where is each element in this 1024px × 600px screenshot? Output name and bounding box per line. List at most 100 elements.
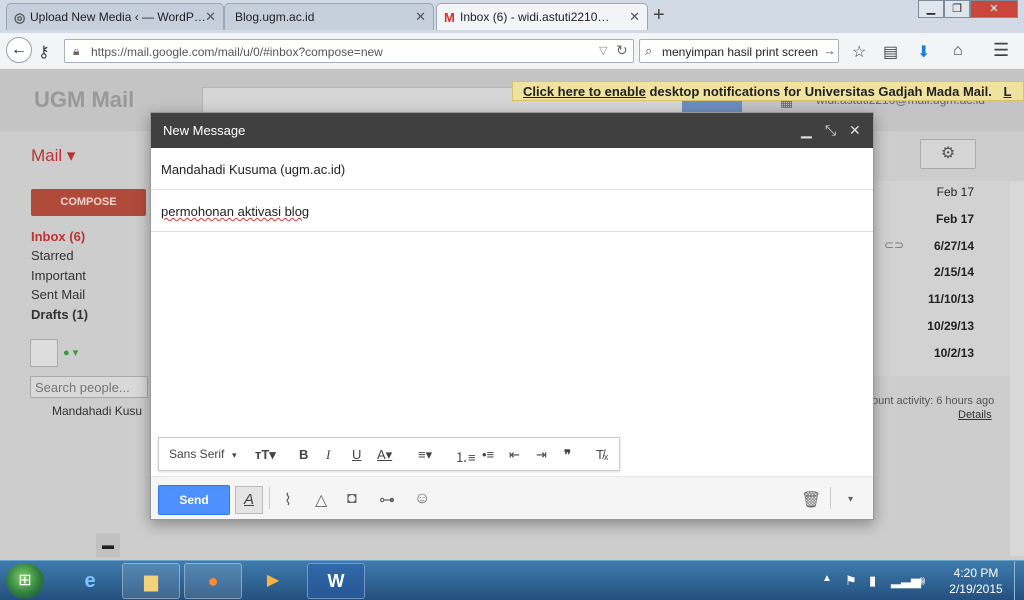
dropdown-arrow-icon[interactable]: ▽ — [599, 44, 607, 57]
action-center-icon[interactable]: ⚑ — [845, 573, 857, 589]
firefox-icon[interactable]: ● — [184, 563, 242, 599]
details-link[interactable]: Details — [958, 409, 992, 421]
reading-list-icon[interactable]: ▤ — [883, 42, 898, 62]
font-family-select[interactable]: Sans Serif — [169, 447, 224, 461]
start-button[interactable]: ⊞ — [6, 563, 44, 599]
page-scrollbar[interactable] — [1010, 181, 1024, 556]
insert-link-icon[interactable]: ⊶ — [379, 490, 395, 510]
word-icon[interactable]: W — [307, 563, 365, 599]
trash-icon[interactable]: 🗑︎ — [801, 490, 821, 510]
account-activity: ount activity: 6 hours ago — [872, 395, 995, 407]
align-icon[interactable]: ≡▾ — [418, 447, 432, 463]
emoji-icon[interactable]: ☺ — [414, 490, 430, 508]
menu-icon[interactable]: ☰ — [993, 40, 1009, 61]
sidebar-item-starred[interactable]: Starred — [31, 248, 74, 263]
clock-time[interactable]: 4:20 PM — [946, 566, 1006, 580]
clock-date[interactable]: 2/19/2015 — [946, 582, 1006, 596]
more-options-icon[interactable]: ▾ — [848, 494, 853, 505]
underline-icon[interactable]: U — [352, 447, 361, 462]
search-bar[interactable]: ⌕ menyimpan hasil print screen → — [639, 39, 839, 63]
search-query: menyimpan hasil print screen — [662, 45, 819, 59]
status-dot-icon[interactable]: ● ▾ — [63, 346, 78, 359]
close-icon[interactable]: ✕ — [415, 9, 426, 25]
tab-wordpress[interactable]: ◎ Upload New Media ‹ — WordP… ✕ — [6, 3, 224, 30]
windows-logo-icon: ⊞ — [18, 572, 32, 589]
close-icon[interactable]: ✕ — [849, 122, 861, 139]
search-icon: ⌕ — [645, 43, 653, 58]
file-explorer-icon[interactable]: ▆ — [122, 563, 180, 599]
download-icon[interactable]: ⬇ — [917, 42, 930, 62]
recipients-field[interactable]: Mandahadi Kusuma (ugm.ac.id) — [151, 148, 873, 190]
key-icon[interactable]: ⚷ — [38, 42, 50, 62]
reload-icon[interactable]: ↻ — [616, 42, 628, 59]
attach-file-icon[interactable]: ⌇ — [284, 490, 292, 510]
enable-notifications-link[interactable]: Click here to enable — [523, 84, 646, 99]
sidebar-item-inbox[interactable]: Inbox (6) — [31, 229, 85, 244]
arrow-right-icon[interactable]: → — [823, 43, 836, 58]
close-icon[interactable]: ✕ — [629, 9, 640, 25]
pop-out-icon[interactable]: ⤡ — [825, 122, 836, 139]
mail-date: Feb 17 — [935, 212, 974, 226]
search-people-input[interactable] — [30, 376, 148, 398]
mail-date: Feb 17 — [936, 185, 974, 199]
close-icon[interactable]: ✕ — [205, 9, 216, 25]
formatting-options-icon[interactable]: A — [235, 486, 263, 514]
restore-window-button[interactable]: ❐ — [944, 0, 970, 18]
notification-text: desktop notifications for Universitas Ga… — [645, 84, 992, 99]
compose-button[interactable]: COMPOSE — [31, 189, 146, 216]
italic-icon[interactable]: I — [326, 447, 330, 463]
contact-item[interactable]: Mandahadi Kusu — [52, 404, 142, 418]
mail-date: 10/2/13 — [933, 346, 974, 360]
bulleted-list-icon[interactable]: •≡ — [482, 447, 494, 462]
formatting-toolbar: Sans Serif ▾ ᴛT▾ B I U A▾ ≡▾ ⒈≡ •≡ ⇤ ⇥ ❞… — [158, 437, 620, 471]
url-bar[interactable]: 🔒︎ https://mail.google.com/mail/u/0/#inb… — [64, 39, 634, 63]
avatar[interactable] — [30, 339, 58, 367]
sidebar-item-sent[interactable]: Sent Mail — [31, 287, 85, 302]
compose-header[interactable]: New Message ▁ ⤡ ✕ — [151, 113, 873, 148]
tab-inbox[interactable]: M Inbox (6) - widi.astuti2210… ✕ — [436, 3, 648, 30]
close-window-button[interactable]: ✕ — [970, 0, 1018, 18]
arrow-left-icon: ← — [11, 41, 27, 58]
numbered-list-icon[interactable]: ⒈≡ — [455, 447, 476, 466]
wordpress-icon: ◎ — [14, 10, 26, 25]
text-color-icon[interactable]: A▾ — [377, 447, 392, 463]
send-button[interactable]: Send — [158, 485, 230, 515]
remove-formatting-icon[interactable]: T̸ₓ — [596, 447, 608, 462]
battery-icon[interactable]: ▮ — [869, 573, 876, 589]
browser-tab-strip: ◎ Upload New Media ‹ — WordP… ✕ Blog.ugm… — [0, 0, 1024, 33]
volume-icon[interactable]: 🔊︎ — [917, 573, 925, 589]
star-icon[interactable]: ☆ — [852, 42, 866, 62]
mail-label[interactable]: Mail ▾ — [31, 146, 75, 166]
new-tab-button[interactable]: + — [653, 4, 665, 27]
subject-field[interactable]: permohonan aktivasi blog — [151, 190, 873, 232]
compose-title: New Message — [163, 123, 246, 138]
back-button[interactable]: ← — [6, 37, 32, 63]
minimize-window-button[interactable]: ▁ — [918, 0, 944, 18]
bold-icon[interactable]: B — [299, 447, 308, 462]
lock-icon: 🔒︎ — [73, 44, 80, 58]
tab-blog[interactable]: Blog.ugm.ac.id ✕ — [224, 3, 434, 30]
tray-expand-icon[interactable]: ▲ — [822, 573, 832, 584]
message-body[interactable] — [151, 232, 873, 432]
font-size-icon[interactable]: ᴛT▾ — [255, 447, 276, 463]
google-drive-icon[interactable]: △ — [315, 490, 327, 510]
recipient-chip[interactable]: Mandahadi Kusuma (ugm.ac.id) — [161, 162, 345, 177]
windows-taskbar: ⊞ e ▆ ● ▶ W ▲ ⚑ ▮ ▂▃▅ 🔊︎ 4:20 PM 2/19/20… — [0, 560, 1024, 600]
settings-button[interactable]: ⚙ — [920, 139, 976, 169]
sidebar-item-drafts[interactable]: Drafts (1) — [31, 307, 88, 322]
mail-list: Feb 17 Feb 17 ⊂⊃ 6/27/14 2/15/14 11/10/1… — [874, 181, 1010, 376]
insert-photo-icon[interactable]: ◘ — [347, 490, 357, 508]
chat-icon[interactable]: ▬ — [96, 533, 120, 557]
sidebar-item-important[interactable]: Important — [31, 268, 86, 283]
notification-tail[interactable]: L — [1003, 84, 1011, 99]
quote-icon[interactable]: ❞ — [564, 447, 571, 463]
show-desktop-button[interactable] — [1014, 561, 1024, 600]
indent-less-icon[interactable]: ⇤ — [509, 447, 520, 463]
minimize-icon[interactable]: ▁ — [801, 122, 812, 139]
home-icon[interactable]: ⌂ — [953, 42, 963, 60]
mail-date: 6/27/14 — [933, 239, 974, 253]
indent-more-icon[interactable]: ⇥ — [536, 447, 547, 463]
media-player-icon[interactable]: ▶ — [256, 563, 290, 599]
divider — [830, 487, 831, 509]
internet-explorer-icon[interactable]: e — [64, 563, 116, 599]
